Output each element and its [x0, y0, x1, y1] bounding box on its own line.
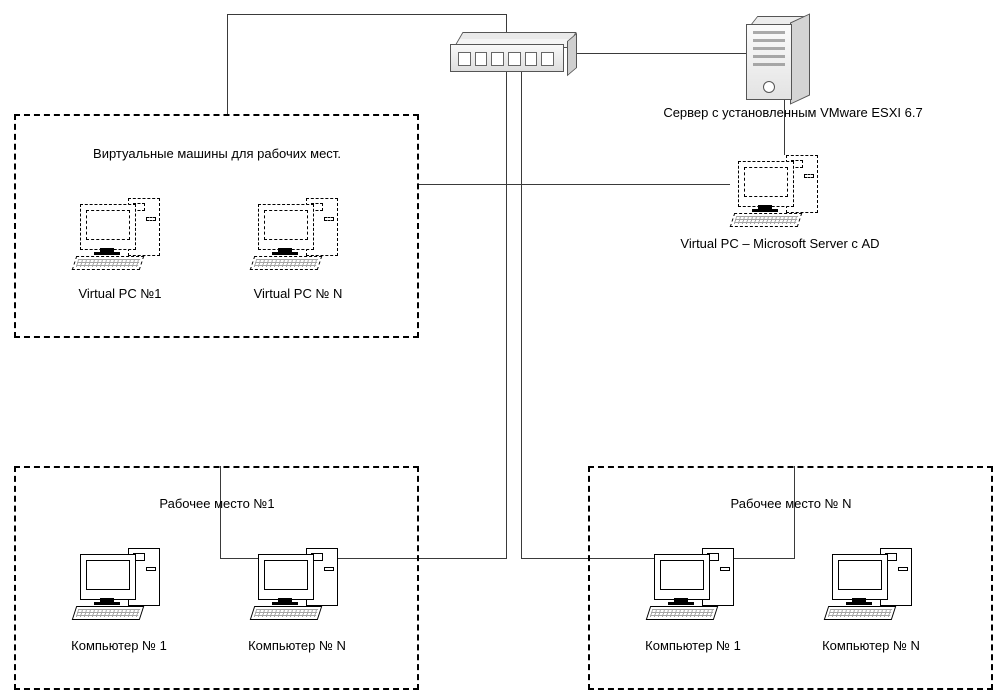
workplace-1-pc-1-icon	[72, 548, 162, 618]
virtual-pc-n-label: Virtual PC № N	[238, 286, 358, 301]
connector	[506, 72, 507, 558]
workplace-1-pc-n-icon	[250, 548, 340, 618]
workplace-n-pc-n-label: Компьютер № N	[806, 638, 936, 653]
workplace-n-title: Рабочее место № N	[626, 496, 956, 511]
virtual-ad-label: Virtual PC – Microsoft Server с AD	[630, 236, 930, 251]
workplace-n-pc-n-icon	[824, 548, 914, 618]
connector	[227, 14, 507, 15]
connector	[521, 72, 522, 558]
workplace-n-pc-1-icon	[646, 548, 736, 618]
virtual-pc-n-icon	[250, 198, 340, 268]
workplace-n-pc-1-label: Компьютер № 1	[628, 638, 758, 653]
server-label: Сервер с установленным VMware ESXI 6.7	[628, 105, 958, 120]
group-virtual-title: Виртуальные машины для рабочих мест.	[52, 146, 382, 161]
connector	[506, 184, 730, 185]
connector	[571, 53, 746, 54]
connector	[227, 14, 228, 114]
connector	[506, 14, 507, 32]
network-switch-icon	[450, 32, 570, 72]
workplace-1-pc-n-label: Компьютер № N	[232, 638, 362, 653]
diagram-canvas: Сервер с установленным VMware ESXI 6.7 V…	[0, 0, 1008, 699]
virtual-pc-1-label: Virtual PC №1	[60, 286, 180, 301]
server-icon	[746, 16, 816, 101]
connector	[419, 184, 507, 185]
virtual-pc-1-icon	[72, 198, 162, 268]
virtual-ad-pc-icon	[730, 155, 820, 225]
workplace-1-title: Рабочее место №1	[52, 496, 382, 511]
workplace-1-pc-1-label: Компьютер № 1	[54, 638, 184, 653]
